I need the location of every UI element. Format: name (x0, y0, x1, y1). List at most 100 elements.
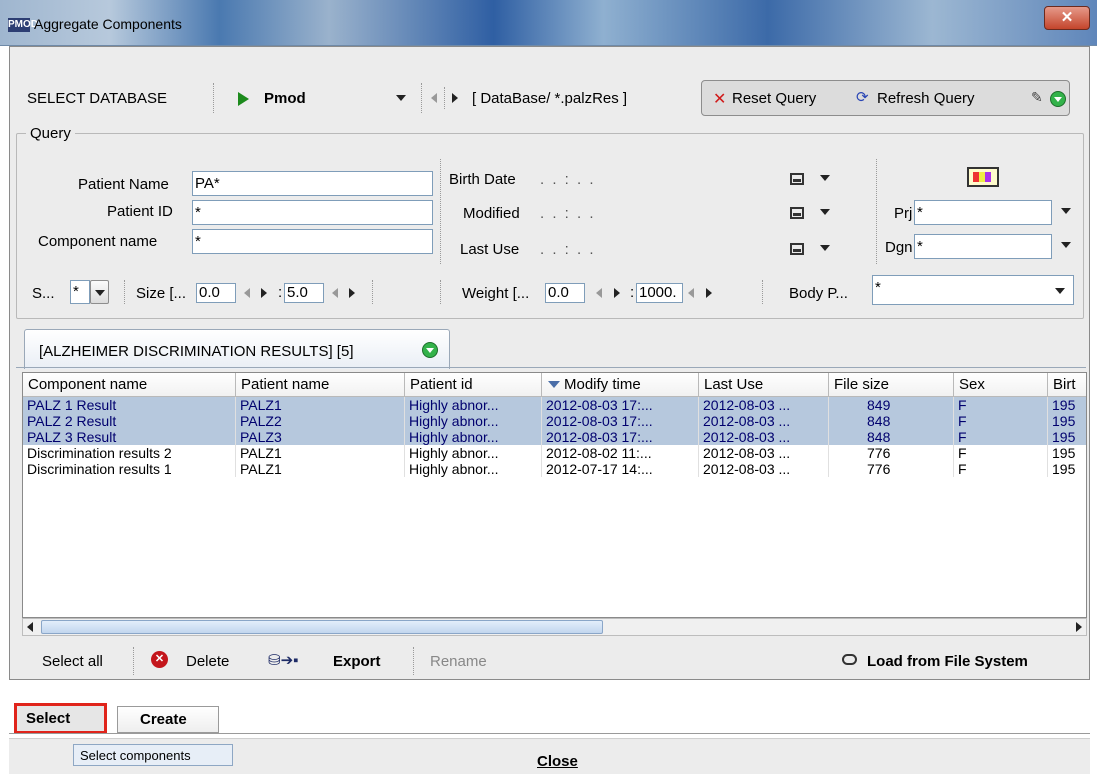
table-row[interactable]: PALZ 1 Result PALZ1 Highly abnor... 2012-08… (23, 397, 1086, 413)
table-cell: Discrimination results 1 (23, 461, 236, 477)
size-label: Size [... (136, 285, 187, 302)
decrement-icon[interactable] (332, 288, 338, 298)
title-bar: PMOD Aggregate Components ✕ (0, 0, 1097, 46)
chevron-down-icon[interactable] (820, 209, 830, 215)
modified-field[interactable]: . . : . . (540, 205, 596, 222)
last-use-field[interactable]: . . : . . (540, 241, 596, 258)
scroll-right-icon[interactable] (1076, 622, 1082, 632)
database-dropdown[interactable]: Pmod (222, 83, 416, 113)
table-cell: 2012-08-03 17:... (542, 397, 699, 413)
eraser-icon[interactable]: ✎ (1031, 89, 1043, 106)
column-header[interactable]: Patient name (236, 373, 405, 397)
calendar-icon[interactable] (790, 207, 804, 219)
body-part-label: Body P... (789, 285, 848, 302)
scroll-thumb[interactable] (41, 620, 603, 634)
table-cell: F (954, 461, 1048, 477)
divider (421, 83, 422, 113)
color-scheme-icon[interactable] (967, 167, 999, 187)
body-part-select[interactable]: * (872, 275, 1074, 305)
table-row[interactable]: PALZ 3 Result PALZ3 Highly abnor... 2012-08… (23, 429, 1086, 445)
patient-name-label: Patient Name (78, 176, 169, 193)
app-icon: PMOD (8, 18, 38, 32)
table-row[interactable]: Discrimination results 2 PALZ1 Highly abno… (23, 445, 1086, 461)
column-header[interactable]: Birt (1048, 373, 1086, 397)
size-max-input[interactable]: 5.0 (284, 283, 324, 303)
sex-input[interactable]: * (70, 280, 90, 304)
increment-icon[interactable] (261, 288, 267, 298)
size-min-input[interactable]: 0.0 (196, 283, 236, 303)
expand-circle-icon[interactable] (422, 342, 438, 358)
chevron-down-icon[interactable] (820, 175, 830, 181)
column-header[interactable]: Patient id (405, 373, 542, 397)
table-cell: F (954, 445, 1048, 461)
tooltip: Select components (73, 744, 233, 766)
decrement-icon[interactable] (244, 288, 250, 298)
expand-circle-icon[interactable] (1050, 91, 1066, 107)
increment-icon[interactable] (706, 288, 712, 298)
sex-dropdown[interactable] (90, 280, 109, 304)
chevron-down-icon[interactable] (1061, 208, 1071, 214)
patient-id-input[interactable]: * (192, 200, 433, 225)
tab-create-label: Create (140, 711, 187, 728)
decrement-icon[interactable] (596, 288, 602, 298)
horizontal-scrollbar[interactable] (22, 618, 1087, 636)
load-from-file-system-button[interactable]: Load from File System (867, 653, 1028, 670)
table-cell: 2012-08-03 ... (699, 413, 829, 429)
play-icon (238, 92, 249, 106)
chevron-down-icon (396, 95, 406, 101)
birth-date-label: Birth Date (449, 171, 516, 188)
chevron-down-icon[interactable] (820, 245, 830, 251)
increment-icon[interactable] (614, 288, 620, 298)
calendar-icon[interactable] (790, 243, 804, 255)
increment-icon[interactable] (349, 288, 355, 298)
divider (762, 280, 763, 304)
tab-select[interactable]: Select (14, 703, 107, 734)
table-cell: 776 (829, 461, 954, 477)
delete-button[interactable]: Delete (186, 653, 229, 670)
birth-date-field[interactable]: . . : . . (540, 171, 596, 188)
chevron-down-icon[interactable] (1055, 288, 1065, 294)
table-cell: PALZ1 (236, 461, 405, 477)
tab-results[interactable]: [ALZHEIMER DISCRIMINATION RESULTS] [5] (24, 329, 450, 369)
table-row[interactable]: PALZ 2 Result PALZ2 Highly abnor... 2012-08… (23, 413, 1086, 429)
dgn-input[interactable]: * (914, 234, 1052, 259)
table-cell: 195 (1048, 445, 1086, 461)
close-window-button[interactable]: ✕ (1044, 6, 1090, 30)
prj-input[interactable]: * (914, 200, 1052, 225)
export-button[interactable]: Export (333, 653, 381, 670)
column-header[interactable]: Sex (954, 373, 1048, 397)
rename-button[interactable]: Rename (430, 653, 487, 670)
divider (440, 280, 441, 304)
reset-query-button[interactable]: Reset Query (732, 90, 816, 107)
query-button-group: ✕ Reset Query ⟳ Refresh Query ✎ (701, 80, 1070, 116)
table-cell: 2012-08-03 ... (699, 397, 829, 413)
tab-create[interactable]: Create (117, 706, 219, 733)
column-header-sorted[interactable]: Modify time (542, 373, 699, 397)
column-header[interactable]: Last Use (699, 373, 829, 397)
table-cell: PALZ2 (236, 413, 405, 429)
weight-max-input[interactable]: 1000. (636, 283, 683, 303)
patient-name-input[interactable]: PA* (192, 171, 433, 196)
table-cell: F (954, 397, 1048, 413)
component-name-label: Component name (38, 233, 158, 250)
component-name-input[interactable]: * (192, 229, 433, 254)
column-header[interactable]: Component name (23, 373, 236, 397)
decrement-icon[interactable] (688, 288, 694, 298)
refresh-query-button[interactable]: Refresh Query (877, 90, 975, 107)
calendar-icon[interactable] (790, 173, 804, 185)
weight-min-input[interactable]: 0.0 (545, 283, 585, 303)
last-use-label: Last Use (460, 241, 520, 258)
results-table[interactable]: Component name Patient name Patient id M… (22, 372, 1087, 618)
scroll-left-icon[interactable] (27, 622, 33, 632)
previous-arrow-icon[interactable] (431, 93, 437, 103)
table-cell: 2012-08-03 17:... (542, 413, 699, 429)
footer: Select components Close (9, 738, 1090, 774)
table-cell: F (954, 429, 1048, 445)
next-arrow-icon[interactable] (452, 93, 458, 103)
table-row[interactable]: Discrimination results 1 PALZ1 Highly abno… (23, 461, 1086, 477)
close-button[interactable]: Close (537, 753, 578, 770)
select-all-button[interactable]: Select all (42, 653, 103, 670)
select-database-label: SELECT DATABASE (27, 90, 168, 107)
column-header[interactable]: File size (829, 373, 954, 397)
chevron-down-icon[interactable] (1061, 242, 1071, 248)
